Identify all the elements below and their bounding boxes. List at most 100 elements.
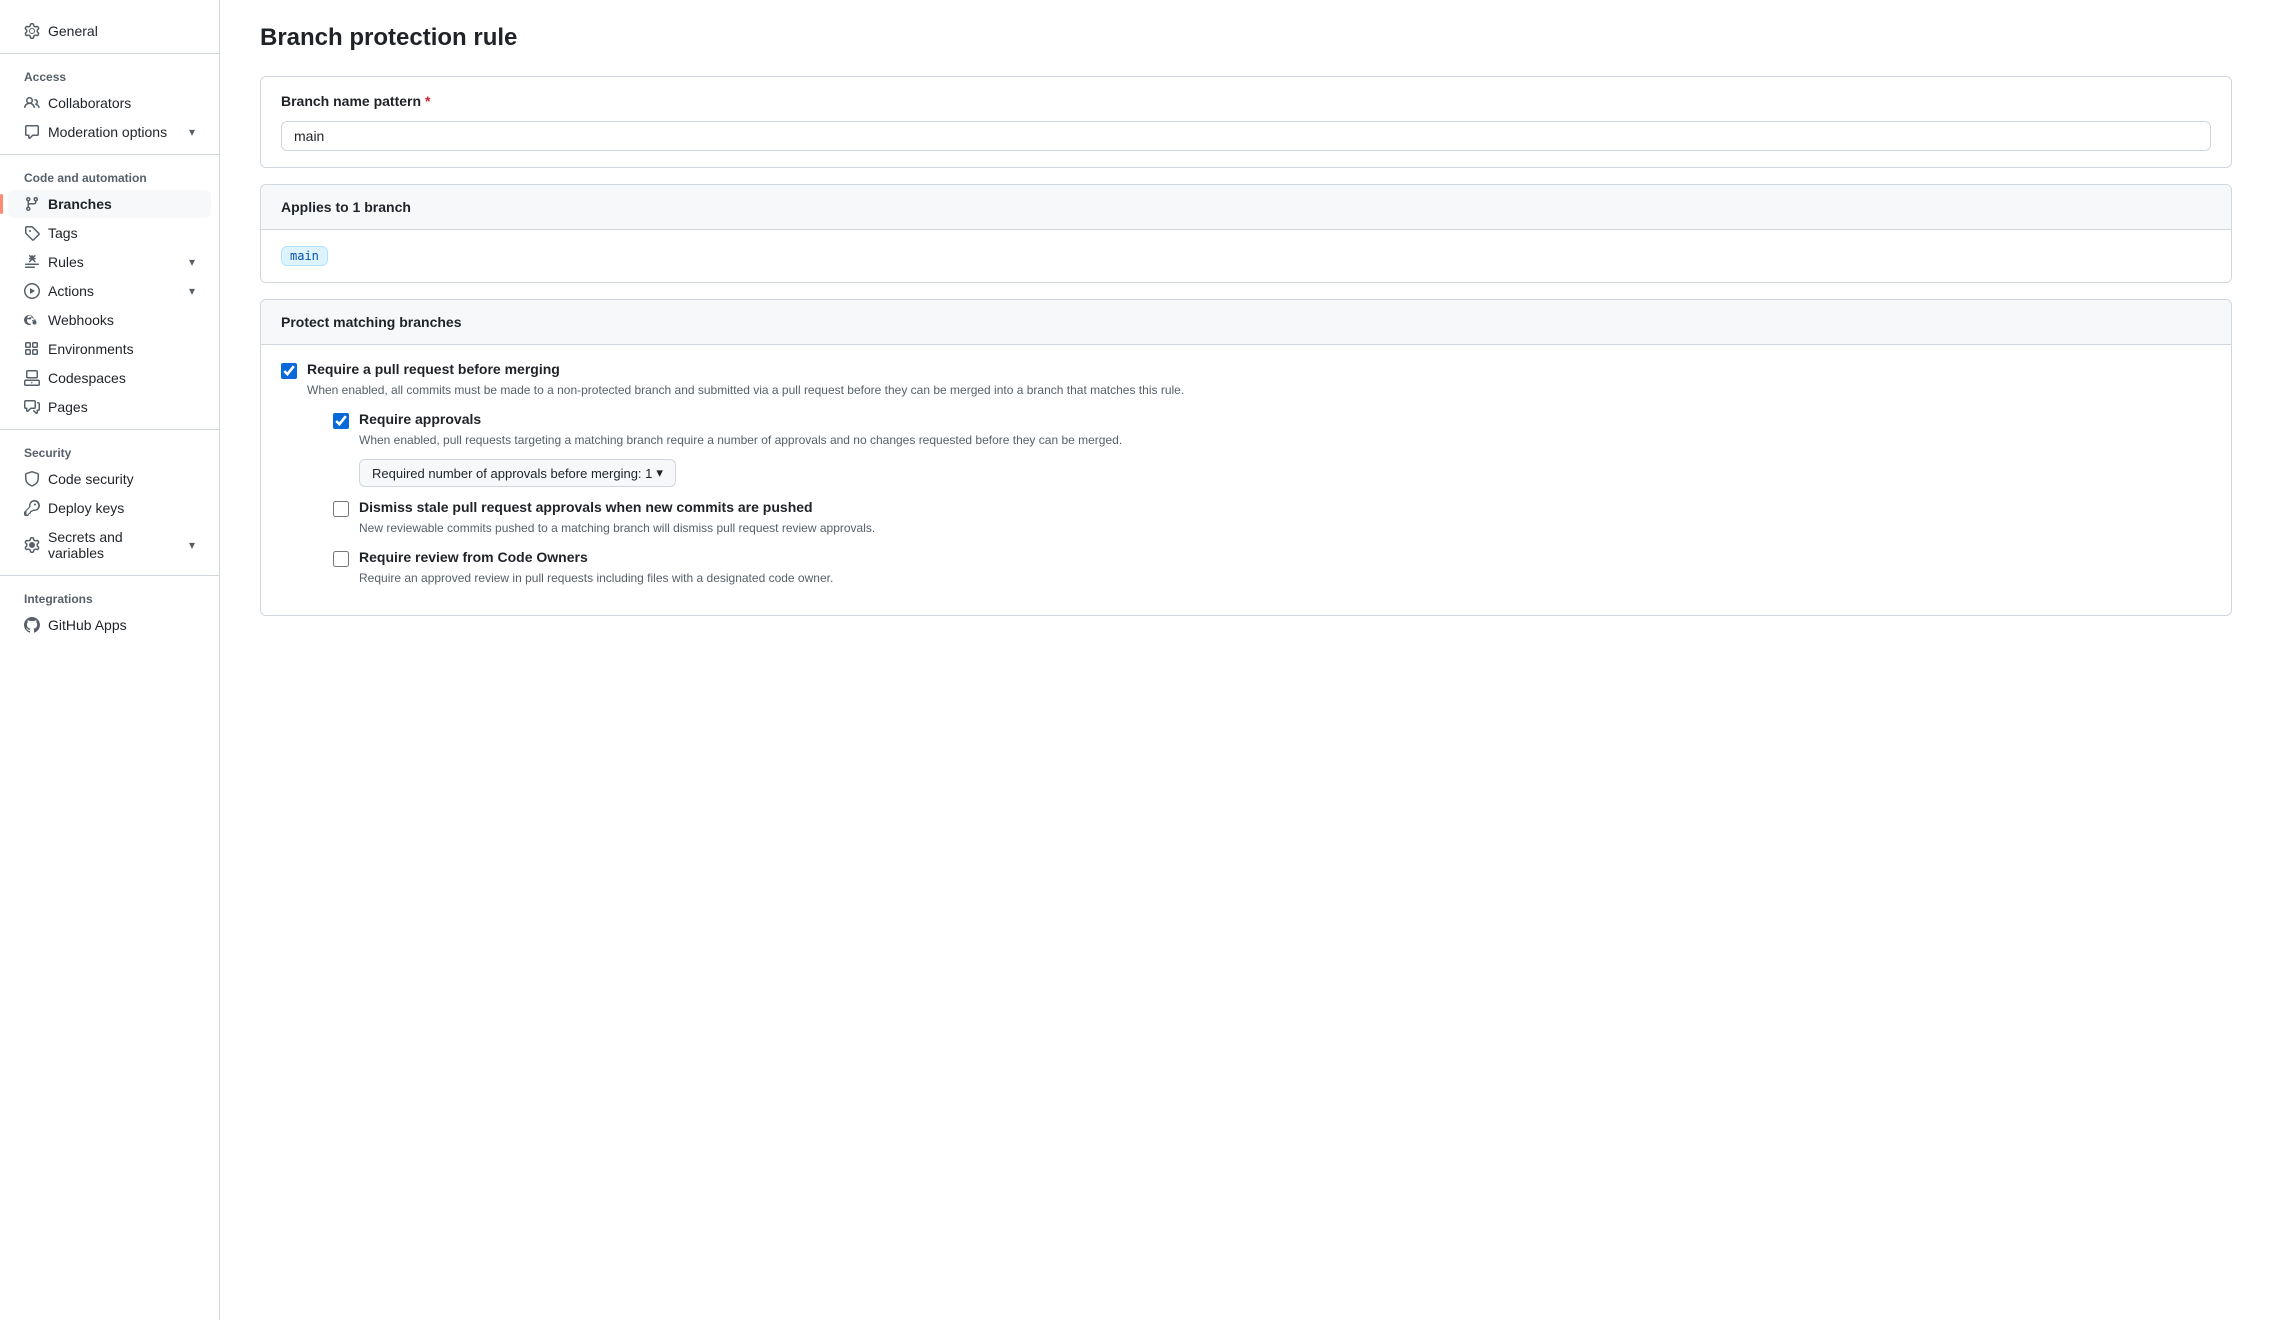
sidebar-section-code-automation: Code and automation — [0, 163, 219, 189]
sidebar-item-secrets-variables[interactable]: Secrets and variables ▾ — [8, 523, 211, 567]
sidebar-item-general[interactable]: General — [8, 17, 211, 45]
webhook-icon — [24, 312, 40, 328]
require-code-owners-checkbox[interactable] — [333, 551, 349, 567]
sidebar-item-moderation-options[interactable]: Moderation options ▾ — [8, 118, 211, 146]
rules-icon — [24, 254, 40, 270]
applies-to-section: Applies to 1 branch main — [260, 184, 2232, 283]
require-pr-checkbox[interactable] — [281, 363, 297, 379]
sidebar-item-rules[interactable]: Rules ▾ — [8, 248, 211, 276]
sidebar-item-actions[interactable]: Actions ▾ — [8, 277, 211, 305]
require-approvals-label[interactable]: Require approvals — [359, 411, 481, 427]
grid-icon — [24, 341, 40, 357]
sidebar-divider-4 — [0, 575, 219, 576]
sidebar-item-pages[interactable]: Pages — [8, 393, 211, 421]
chevron-down-icon-rules: ▾ — [189, 255, 195, 269]
sidebar-item-code-security-label: Code security — [48, 471, 134, 487]
sidebar-item-environments-label: Environments — [48, 341, 134, 357]
sidebar-section-integrations: Integrations — [0, 584, 219, 610]
sidebar-divider-1 — [0, 53, 219, 54]
protect-body: Require a pull request before merging Wh… — [261, 345, 2231, 615]
require-approvals-content: Require approvals When enabled, pull req… — [359, 411, 1122, 487]
require-approvals-item: Require approvals When enabled, pull req… — [333, 411, 1184, 487]
sidebar-item-deploy-keys[interactable]: Deploy keys — [8, 494, 211, 522]
key-icon — [24, 500, 40, 516]
dismiss-stale-desc: New reviewable commits pushed to a match… — [359, 519, 875, 537]
require-pr-content: Require a pull request before merging Wh… — [307, 361, 1184, 599]
pages-icon — [24, 399, 40, 415]
protect-section: Protect matching branches Require a pull… — [260, 299, 2232, 616]
branch-name-label: Branch name pattern * — [281, 93, 2211, 109]
sidebar-item-tags[interactable]: Tags — [8, 219, 211, 247]
require-code-owners-desc: Require an approved review in pull reque… — [359, 569, 833, 587]
applies-to-header: Applies to 1 branch — [261, 185, 2231, 230]
sidebar-section-access: Access — [0, 62, 219, 88]
sidebar-item-code-security[interactable]: Code security — [8, 465, 211, 493]
sidebar-item-codespaces-label: Codespaces — [48, 370, 126, 386]
require-pr-desc: When enabled, all commits must be made t… — [307, 381, 1184, 399]
sidebar-item-rules-label: Rules — [48, 254, 84, 270]
github-icon — [24, 617, 40, 633]
sidebar-item-github-apps-label: GitHub Apps — [48, 617, 127, 633]
sidebar-item-github-apps[interactable]: GitHub Apps — [8, 611, 211, 639]
sidebar-item-branches-label: Branches — [48, 196, 112, 212]
comment-icon — [24, 124, 40, 140]
sidebar-item-actions-label: Actions — [48, 283, 94, 299]
branch-name-input[interactable] — [281, 121, 2211, 151]
sidebar-item-pages-label: Pages — [48, 399, 88, 415]
shield-icon — [24, 471, 40, 487]
page-title: Branch protection rule — [260, 24, 2232, 52]
sidebar-item-general-label: General — [48, 23, 98, 39]
sidebar-item-webhooks[interactable]: Webhooks — [8, 306, 211, 334]
branch-tag: main — [281, 246, 328, 266]
dismiss-stale-label[interactable]: Dismiss stale pull request approvals whe… — [359, 499, 813, 515]
sidebar-section-security: Security — [0, 438, 219, 464]
main-content: Branch protection rule Branch name patte… — [220, 0, 2272, 1320]
sidebar-divider-3 — [0, 429, 219, 430]
sidebar-item-secrets-label: Secrets and variables — [48, 529, 181, 561]
required-star: * — [425, 93, 430, 109]
require-code-owners-label[interactable]: Require review from Code Owners — [359, 549, 588, 565]
sidebar-item-codespaces[interactable]: Codespaces — [8, 364, 211, 392]
sidebar-item-moderation-label: Moderation options — [48, 124, 167, 140]
require-approvals-row: Require approvals When enabled, pull req… — [333, 411, 1184, 487]
codespaces-icon — [24, 370, 40, 386]
gear-icon — [24, 23, 40, 39]
sidebar-item-tags-label: Tags — [48, 225, 78, 241]
dismiss-stale-item: Dismiss stale pull request approvals whe… — [333, 499, 1184, 537]
require-code-owners-row: Require review from Code Owners Require … — [333, 549, 1184, 587]
sidebar-item-collaborators[interactable]: Collaborators — [8, 89, 211, 117]
sidebar-item-webhooks-label: Webhooks — [48, 312, 114, 328]
chevron-down-icon: ▾ — [189, 125, 195, 139]
sidebar-item-branches[interactable]: Branches — [8, 190, 211, 218]
sidebar: General Access Collaborators Moderation … — [0, 0, 220, 1320]
play-icon — [24, 283, 40, 299]
require-code-owners-content: Require review from Code Owners Require … — [359, 549, 833, 587]
require-pr-item: Require a pull request before merging Wh… — [261, 345, 2231, 615]
nested-checkbox-group: Require approvals When enabled, pull req… — [333, 411, 1184, 587]
person-icon — [24, 95, 40, 111]
sidebar-item-deploy-keys-label: Deploy keys — [48, 500, 124, 516]
approvals-dropdown-label: Required number of approvals before merg… — [372, 466, 652, 481]
dismiss-stale-checkbox[interactable] — [333, 501, 349, 517]
branch-name-pattern-body: Branch name pattern * — [261, 77, 2231, 167]
require-approvals-desc: When enabled, pull requests targeting a … — [359, 431, 1122, 449]
require-code-owners-item: Require review from Code Owners Require … — [333, 549, 1184, 587]
sidebar-divider-2 — [0, 154, 219, 155]
require-pr-label[interactable]: Require a pull request before merging — [307, 361, 560, 377]
sidebar-item-collaborators-label: Collaborators — [48, 95, 131, 111]
require-pr-row: Require a pull request before merging Wh… — [281, 361, 2211, 599]
git-branch-icon — [24, 196, 40, 212]
chevron-down-icon-actions: ▾ — [189, 284, 195, 298]
applies-to-body: main — [261, 230, 2231, 282]
approvals-dropdown[interactable]: Required number of approvals before merg… — [359, 459, 676, 487]
dismiss-stale-row: Dismiss stale pull request approvals whe… — [333, 499, 1184, 537]
dismiss-stale-content: Dismiss stale pull request approvals whe… — [359, 499, 875, 537]
dropdown-chevron-icon: ▾ — [656, 465, 663, 481]
sidebar-item-environments[interactable]: Environments — [8, 335, 211, 363]
tag-icon — [24, 225, 40, 241]
secret-icon — [24, 537, 40, 553]
chevron-down-icon-secrets: ▾ — [189, 538, 195, 552]
branch-name-pattern-card: Branch name pattern * — [260, 76, 2232, 168]
protect-header: Protect matching branches — [261, 300, 2231, 345]
require-approvals-checkbox[interactable] — [333, 413, 349, 429]
